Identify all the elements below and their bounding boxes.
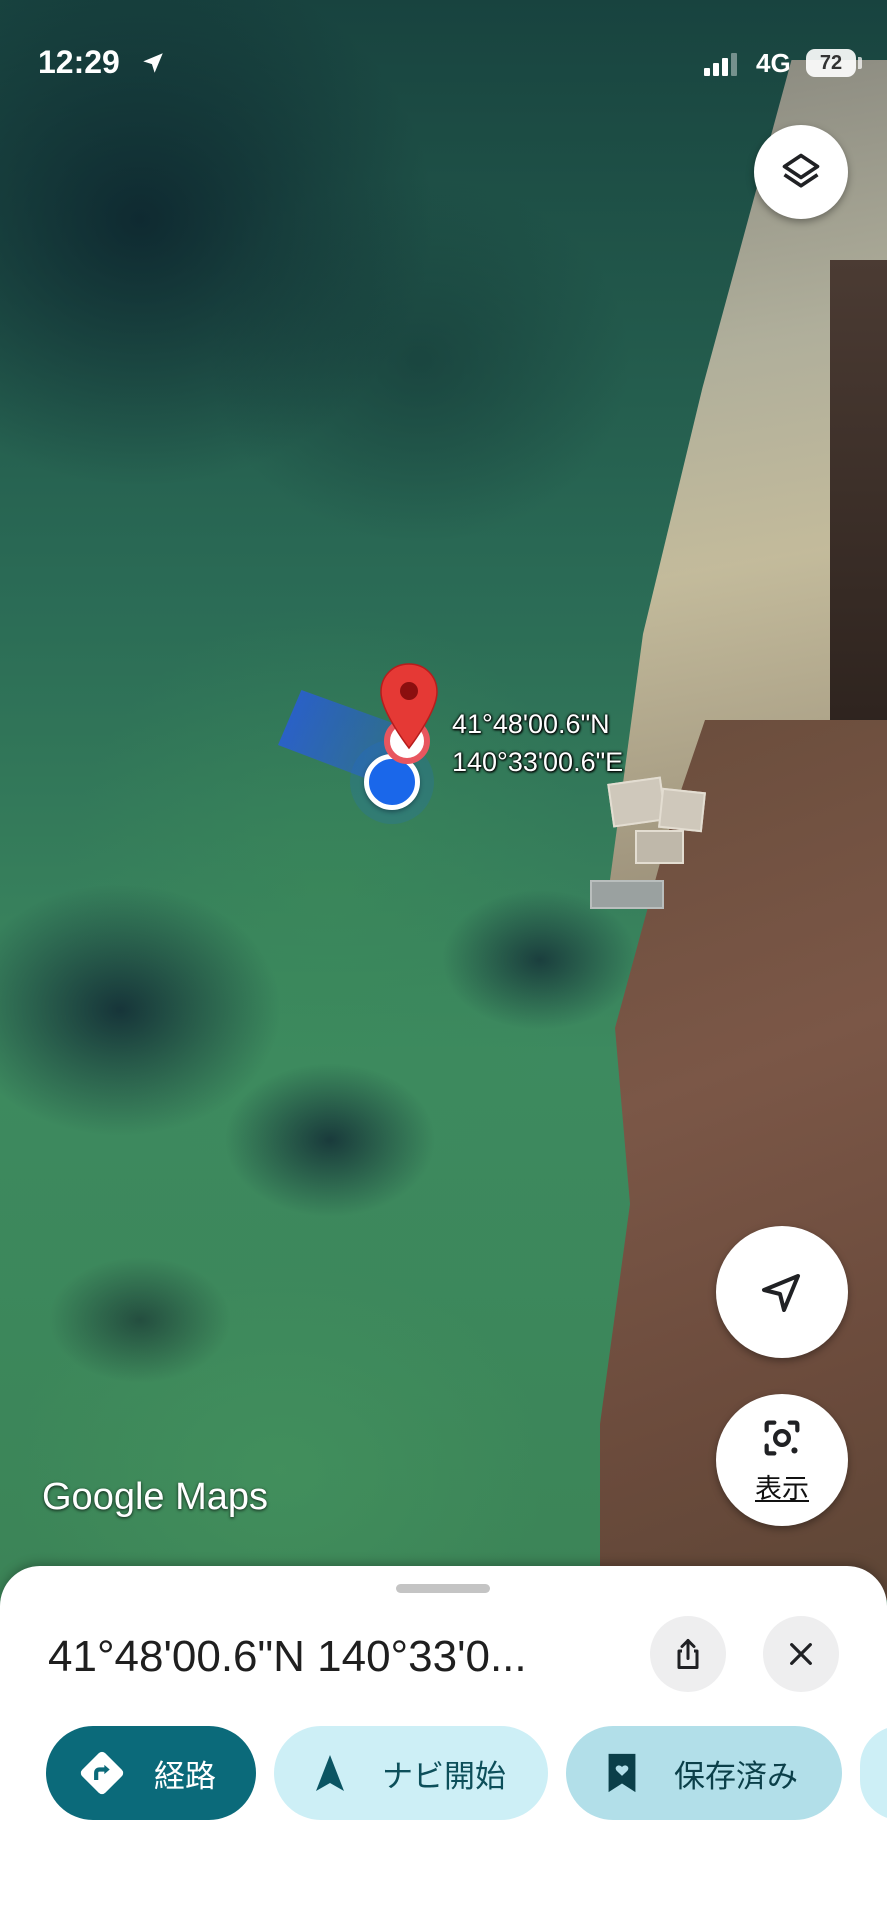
pin-coordinate-label: 41°48'00.6"N 140°33'00.6"E bbox=[452, 705, 623, 781]
action-chip-row: 経路 ナビ開始 保存済み bbox=[0, 1726, 887, 1826]
location-arrow-icon bbox=[143, 53, 163, 73]
start-navigation-button[interactable]: ナビ開始 bbox=[274, 1726, 548, 1820]
lens-label: 表示 bbox=[755, 1473, 809, 1505]
battery-level: 72 bbox=[819, 51, 843, 74]
lens-button[interactable]: 表示 bbox=[716, 1394, 848, 1526]
route-button[interactable]: 経路 bbox=[46, 1726, 256, 1820]
close-button[interactable] bbox=[763, 1616, 839, 1692]
battery-icon: 72 bbox=[806, 49, 856, 77]
screen: 12:29 4G 72 41°48'00.6"N 140°33'00.6"E 表… bbox=[0, 0, 887, 1920]
bookmark-heart-icon bbox=[592, 1743, 652, 1803]
drag-handle[interactable] bbox=[396, 1584, 490, 1593]
close-icon bbox=[790, 1643, 812, 1665]
status-time: 12:29 bbox=[38, 44, 120, 80]
map-pin-icon[interactable] bbox=[378, 662, 440, 752]
pin-longitude: 140°33'00.6"E bbox=[452, 747, 624, 777]
layers-icon bbox=[782, 153, 820, 188]
building bbox=[635, 830, 684, 864]
start-navigation-label: ナビ開始 bbox=[382, 1758, 506, 1795]
google-maps-logo: Google Maps bbox=[42, 1476, 269, 1518]
directions-icon bbox=[72, 1743, 132, 1803]
building bbox=[590, 880, 664, 909]
navigation-arrow-icon bbox=[762, 1274, 800, 1312]
navigation-icon bbox=[300, 1743, 360, 1803]
saved-label: 保存済み bbox=[674, 1758, 798, 1795]
saved-button[interactable]: 保存済み bbox=[566, 1726, 842, 1820]
cliff-shadow bbox=[830, 260, 887, 760]
more-chip[interactable] bbox=[860, 1726, 887, 1820]
status-bar: 12:29 4G 72 bbox=[0, 0, 887, 120]
route-label: 経路 bbox=[154, 1758, 216, 1795]
place-bottom-sheet[interactable]: 41°48'00.6"N 140°33'0... 経路 ナビ開始 保存済み bbox=[0, 1566, 887, 1920]
place-title: 41°48'00.6"N 140°33'0... bbox=[48, 1632, 527, 1681]
pin-latitude: 41°48'00.6"N bbox=[452, 709, 610, 739]
share-button[interactable] bbox=[650, 1616, 726, 1692]
camera-lens-icon bbox=[764, 1420, 800, 1455]
my-location-button[interactable] bbox=[716, 1226, 848, 1358]
battery-tip bbox=[858, 57, 862, 69]
share-icon bbox=[677, 1639, 699, 1669]
signal-bars-icon bbox=[704, 52, 738, 76]
building bbox=[658, 787, 706, 833]
network-type: 4G bbox=[756, 48, 791, 78]
layers-button[interactable] bbox=[754, 125, 848, 219]
